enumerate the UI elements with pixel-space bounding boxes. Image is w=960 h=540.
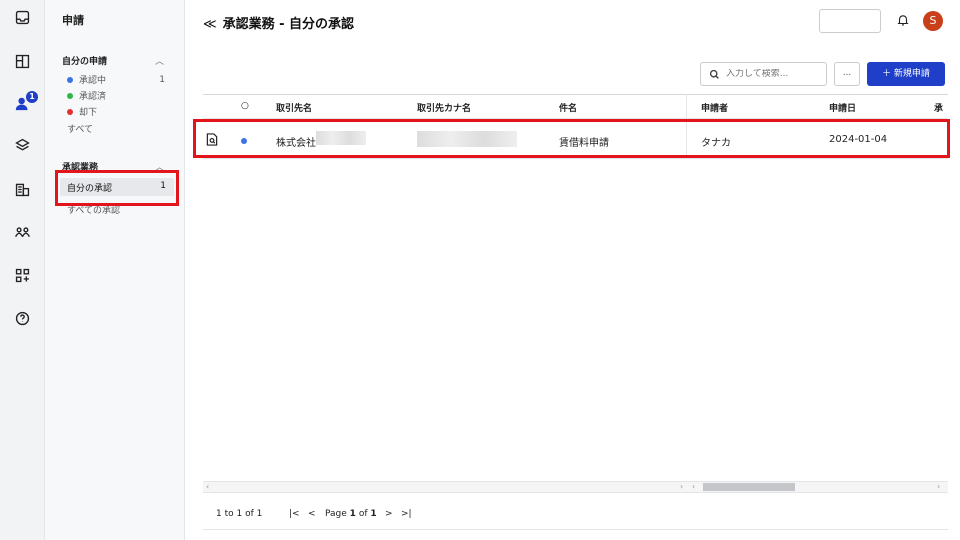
page-title: ≪ 承認業務 - 自分の承認 xyxy=(203,13,354,32)
status-dot xyxy=(67,92,73,99)
horizontal-scrollbar[interactable] xyxy=(203,481,948,493)
scroll-right-icon[interactable]: › xyxy=(937,482,940,491)
help-icon[interactable] xyxy=(0,301,45,335)
nav-item-rejected[interactable]: 却下 xyxy=(67,105,175,118)
table-top-border xyxy=(203,94,948,95)
avatar[interactable]: S xyxy=(923,11,943,31)
scrollbar-thumb[interactable] xyxy=(703,483,795,491)
nav-item-pending[interactable]: 承認中 1 xyxy=(67,73,175,86)
users-icon[interactable]: 1 xyxy=(0,86,45,120)
column-header-date[interactable]: 申請日 xyxy=(829,101,856,114)
building-icon[interactable] xyxy=(0,172,45,206)
nav-item-label: 承認済 xyxy=(79,92,107,102)
column-header-approver[interactable]: 承 xyxy=(934,101,943,114)
notification-badge: 1 xyxy=(26,91,38,103)
nav-item-label: 承認中 xyxy=(79,76,107,86)
row-separator xyxy=(203,158,948,159)
first-page-button[interactable]: |< xyxy=(289,509,300,519)
footer-separator xyxy=(203,529,948,530)
inbox-icon[interactable] xyxy=(0,0,45,34)
column-header-kana[interactable]: 取引先カナ名 xyxy=(417,101,471,114)
header-select[interactable] xyxy=(819,9,881,33)
nav-item-approved[interactable]: 承認済 xyxy=(67,89,175,102)
page-word: Page xyxy=(325,509,347,519)
total-pages: 1 xyxy=(370,509,377,519)
prev-page-button[interactable]: < xyxy=(308,509,316,519)
pager-range: 1 to 1 of 1 xyxy=(216,509,263,519)
search-icon xyxy=(709,69,719,79)
next-page-button[interactable]: > xyxy=(385,509,393,519)
dashboard-icon[interactable] xyxy=(0,44,45,78)
last-page-button[interactable]: >| xyxy=(401,509,412,519)
apps-add-icon[interactable] xyxy=(0,258,45,292)
nav-item-all[interactable]: すべて xyxy=(67,122,93,135)
current-page: 1 xyxy=(349,509,356,519)
chevron-up-icon[interactable]: ︿ xyxy=(155,54,164,67)
column-header-applicant[interactable]: 申請者 xyxy=(701,101,728,114)
nav-title: 申請 xyxy=(62,14,84,27)
nav-item-count: 1 xyxy=(159,74,165,85)
status-dot xyxy=(67,76,73,83)
page-indicator: Page 1 of 1 xyxy=(325,509,377,519)
highlight-box xyxy=(193,119,950,158)
bell-icon[interactable] xyxy=(896,13,912,29)
icon-rail: 1 xyxy=(0,0,45,540)
layers-icon[interactable] xyxy=(0,128,45,162)
team-icon[interactable] xyxy=(0,215,45,249)
column-header-subject[interactable]: 件名 xyxy=(559,101,577,114)
search-input[interactable] xyxy=(726,69,826,79)
search-box[interactable] xyxy=(700,62,827,86)
of-word: of xyxy=(358,509,368,519)
new-request-button[interactable]: ＋ 新規申請 xyxy=(867,62,945,86)
scroll-left-icon[interactable]: ‹ xyxy=(206,482,209,491)
scroll-left-icon[interactable]: ‹ xyxy=(692,482,695,491)
column-header-company[interactable]: 取引先名 xyxy=(276,101,312,114)
nav-section-my-requests[interactable]: 自分の申請 xyxy=(62,54,107,67)
highlight-box xyxy=(55,170,179,206)
nav-item-label: 却下 xyxy=(79,108,98,118)
status-dot xyxy=(67,108,73,115)
collapse-icon[interactable]: ≪ xyxy=(203,17,217,32)
select-all-radio[interactable]: ○ xyxy=(241,101,249,111)
scroll-right-icon[interactable]: › xyxy=(680,482,683,491)
more-button[interactable]: ... xyxy=(834,62,860,86)
side-nav: 申請 自分の申請 ︿ 承認中 1 承認済 却下 すべて 承認業務 ︿ すべての承… xyxy=(45,0,185,540)
page-title-text: 承認業務 - 自分の承認 xyxy=(222,17,355,32)
